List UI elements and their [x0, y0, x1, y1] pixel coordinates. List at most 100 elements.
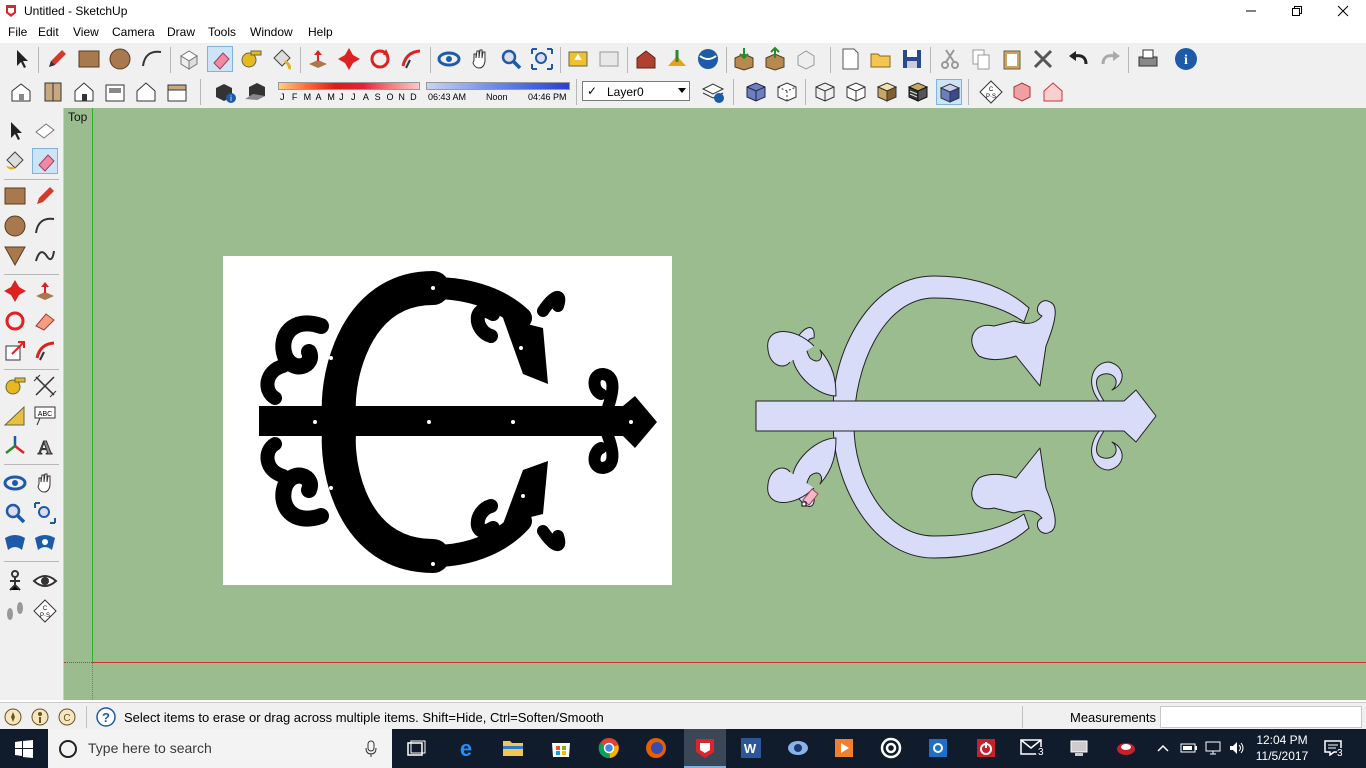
taskbar-sketchup-active[interactable]	[684, 729, 726, 768]
3d-text-button-left[interactable]: A	[32, 433, 58, 460]
generate-report-button[interactable]	[1009, 79, 1035, 105]
arc-tool-button[interactable]	[139, 46, 165, 72]
orbit-button[interactable]	[436, 46, 462, 72]
month-slider[interactable]: JFMAMJJASOND	[278, 82, 420, 104]
scale-button-left[interactable]	[2, 338, 28, 364]
menu-help[interactable]: Help	[308, 25, 333, 39]
section-plane-button-left[interactable]: C P·S	[32, 598, 58, 624]
mail-app[interactable]: 3	[1018, 735, 1048, 763]
zoom-button[interactable]	[498, 46, 524, 72]
xray-button[interactable]	[743, 79, 769, 105]
extension-warehouse-button[interactable]	[695, 46, 721, 72]
paste-button[interactable]	[999, 46, 1025, 72]
circle-button-left[interactable]	[2, 213, 28, 239]
previous-button-left[interactable]	[2, 530, 28, 556]
menu-view[interactable]: View	[73, 25, 99, 39]
chrome-icon[interactable]	[598, 737, 620, 759]
menu-file[interactable]: File	[8, 25, 27, 39]
dimension-button-left[interactable]	[32, 373, 58, 399]
battery-icon[interactable]	[1180, 741, 1198, 755]
menu-tools[interactable]: Tools	[208, 25, 236, 39]
follow-me-button-left[interactable]	[32, 308, 58, 334]
firefox-icon[interactable]	[645, 737, 667, 759]
zoom-extents-button-left[interactable]	[32, 530, 58, 556]
rotate-button-left[interactable]	[2, 308, 28, 334]
chevron-up-icon[interactable]	[1157, 743, 1169, 753]
line-button-left[interactable]	[32, 183, 58, 209]
maximize-button[interactable]	[1274, 0, 1320, 23]
tape-measure-button-left[interactable]	[2, 373, 28, 399]
network-app-icon[interactable]	[1068, 737, 1090, 759]
traced-hinge-model[interactable]	[754, 266, 1159, 568]
menu-window[interactable]: Window	[250, 25, 293, 39]
front-view-button[interactable]	[71, 79, 97, 105]
task-view-icon[interactable]	[405, 740, 427, 758]
classifier-button[interactable]: C P·S	[978, 79, 1004, 105]
make-component-button[interactable]	[176, 46, 202, 72]
cut-button[interactable]	[937, 46, 963, 72]
media-player-icon[interactable]	[833, 737, 855, 759]
house-tool-button[interactable]	[1040, 79, 1066, 105]
zoom-button-left[interactable]	[2, 500, 28, 526]
microphone-icon[interactable]	[364, 740, 378, 758]
share-model-button[interactable]	[664, 46, 690, 72]
paint-bucket-button[interactable]	[269, 46, 295, 72]
pan-button-left[interactable]	[32, 470, 58, 496]
polygon-button-left[interactable]	[2, 243, 28, 269]
zoom-extents-button[interactable]	[529, 46, 555, 72]
arc-button-left[interactable]	[32, 213, 58, 239]
paint-bucket-button-left[interactable]	[2, 148, 28, 174]
freehand-button-left[interactable]	[32, 243, 58, 269]
back-edges-button[interactable]	[774, 79, 800, 105]
open-button[interactable]	[868, 46, 894, 72]
push-pull-button-left[interactable]	[32, 278, 58, 304]
windows-start-icon[interactable]	[15, 740, 33, 758]
hidden-line-button[interactable]	[843, 79, 869, 105]
previous-view-button[interactable]	[565, 46, 591, 72]
file-explorer-icon[interactable]	[502, 738, 524, 758]
rectangle-button-left[interactable]	[2, 183, 28, 209]
shadow-settings-button[interactable]: i	[212, 79, 238, 105]
next-view-button[interactable]	[596, 46, 622, 72]
left-view-button[interactable]	[164, 79, 190, 105]
monochrome-button[interactable]	[936, 79, 962, 105]
pan-button[interactable]	[467, 46, 493, 72]
get-models-button[interactable]	[633, 46, 659, 72]
layer-manager-button[interactable]	[700, 79, 726, 105]
iso-view-button[interactable]	[8, 79, 34, 105]
layer-dropdown[interactable]: ✓ Layer0	[582, 81, 690, 101]
display-shadows-button[interactable]	[243, 79, 269, 105]
select-button[interactable]	[2, 118, 28, 144]
zoom-window-button-left[interactable]	[32, 500, 58, 526]
help-question-icon[interactable]: ?	[96, 707, 116, 727]
text-button-left[interactable]: ABC	[32, 403, 58, 429]
back-view-button[interactable]	[133, 79, 159, 105]
rectangle-tool-button[interactable]	[76, 46, 102, 72]
system-clock[interactable]: 12:04 PM 11/5/2017	[1252, 732, 1312, 764]
eraser-tool-button[interactable]	[207, 46, 233, 72]
tape-measure-button[interactable]	[238, 46, 264, 72]
wireframe-button[interactable]	[812, 79, 838, 105]
save-button[interactable]	[899, 46, 925, 72]
get-photo-texture-button[interactable]	[731, 46, 757, 72]
close-button[interactable]	[1320, 0, 1366, 23]
axes-button-left[interactable]	[2, 433, 28, 459]
new-button[interactable]	[837, 46, 863, 72]
push-pull-button[interactable]	[305, 46, 331, 72]
walk-button-left[interactable]	[2, 598, 28, 624]
credits-icon[interactable]	[31, 708, 49, 726]
pencil-tool-button[interactable]	[44, 46, 70, 72]
position-camera-button-left[interactable]	[2, 568, 28, 594]
red-app-icon[interactable]	[1115, 737, 1137, 759]
shaded-button[interactable]	[874, 79, 900, 105]
target-app-icon[interactable]	[880, 737, 902, 759]
edge-browser-icon[interactable]: e	[455, 737, 477, 759]
share-component-button[interactable]	[793, 46, 819, 72]
menu-camera[interactable]: Camera	[112, 25, 155, 39]
select-tool-button[interactable]	[8, 46, 34, 72]
network-icon[interactable]	[1204, 740, 1222, 756]
move-button-left[interactable]	[2, 278, 28, 304]
settings-app-icon[interactable]	[927, 737, 949, 759]
undo-button[interactable]	[1066, 46, 1092, 72]
geolocation-icon[interactable]	[4, 708, 22, 726]
